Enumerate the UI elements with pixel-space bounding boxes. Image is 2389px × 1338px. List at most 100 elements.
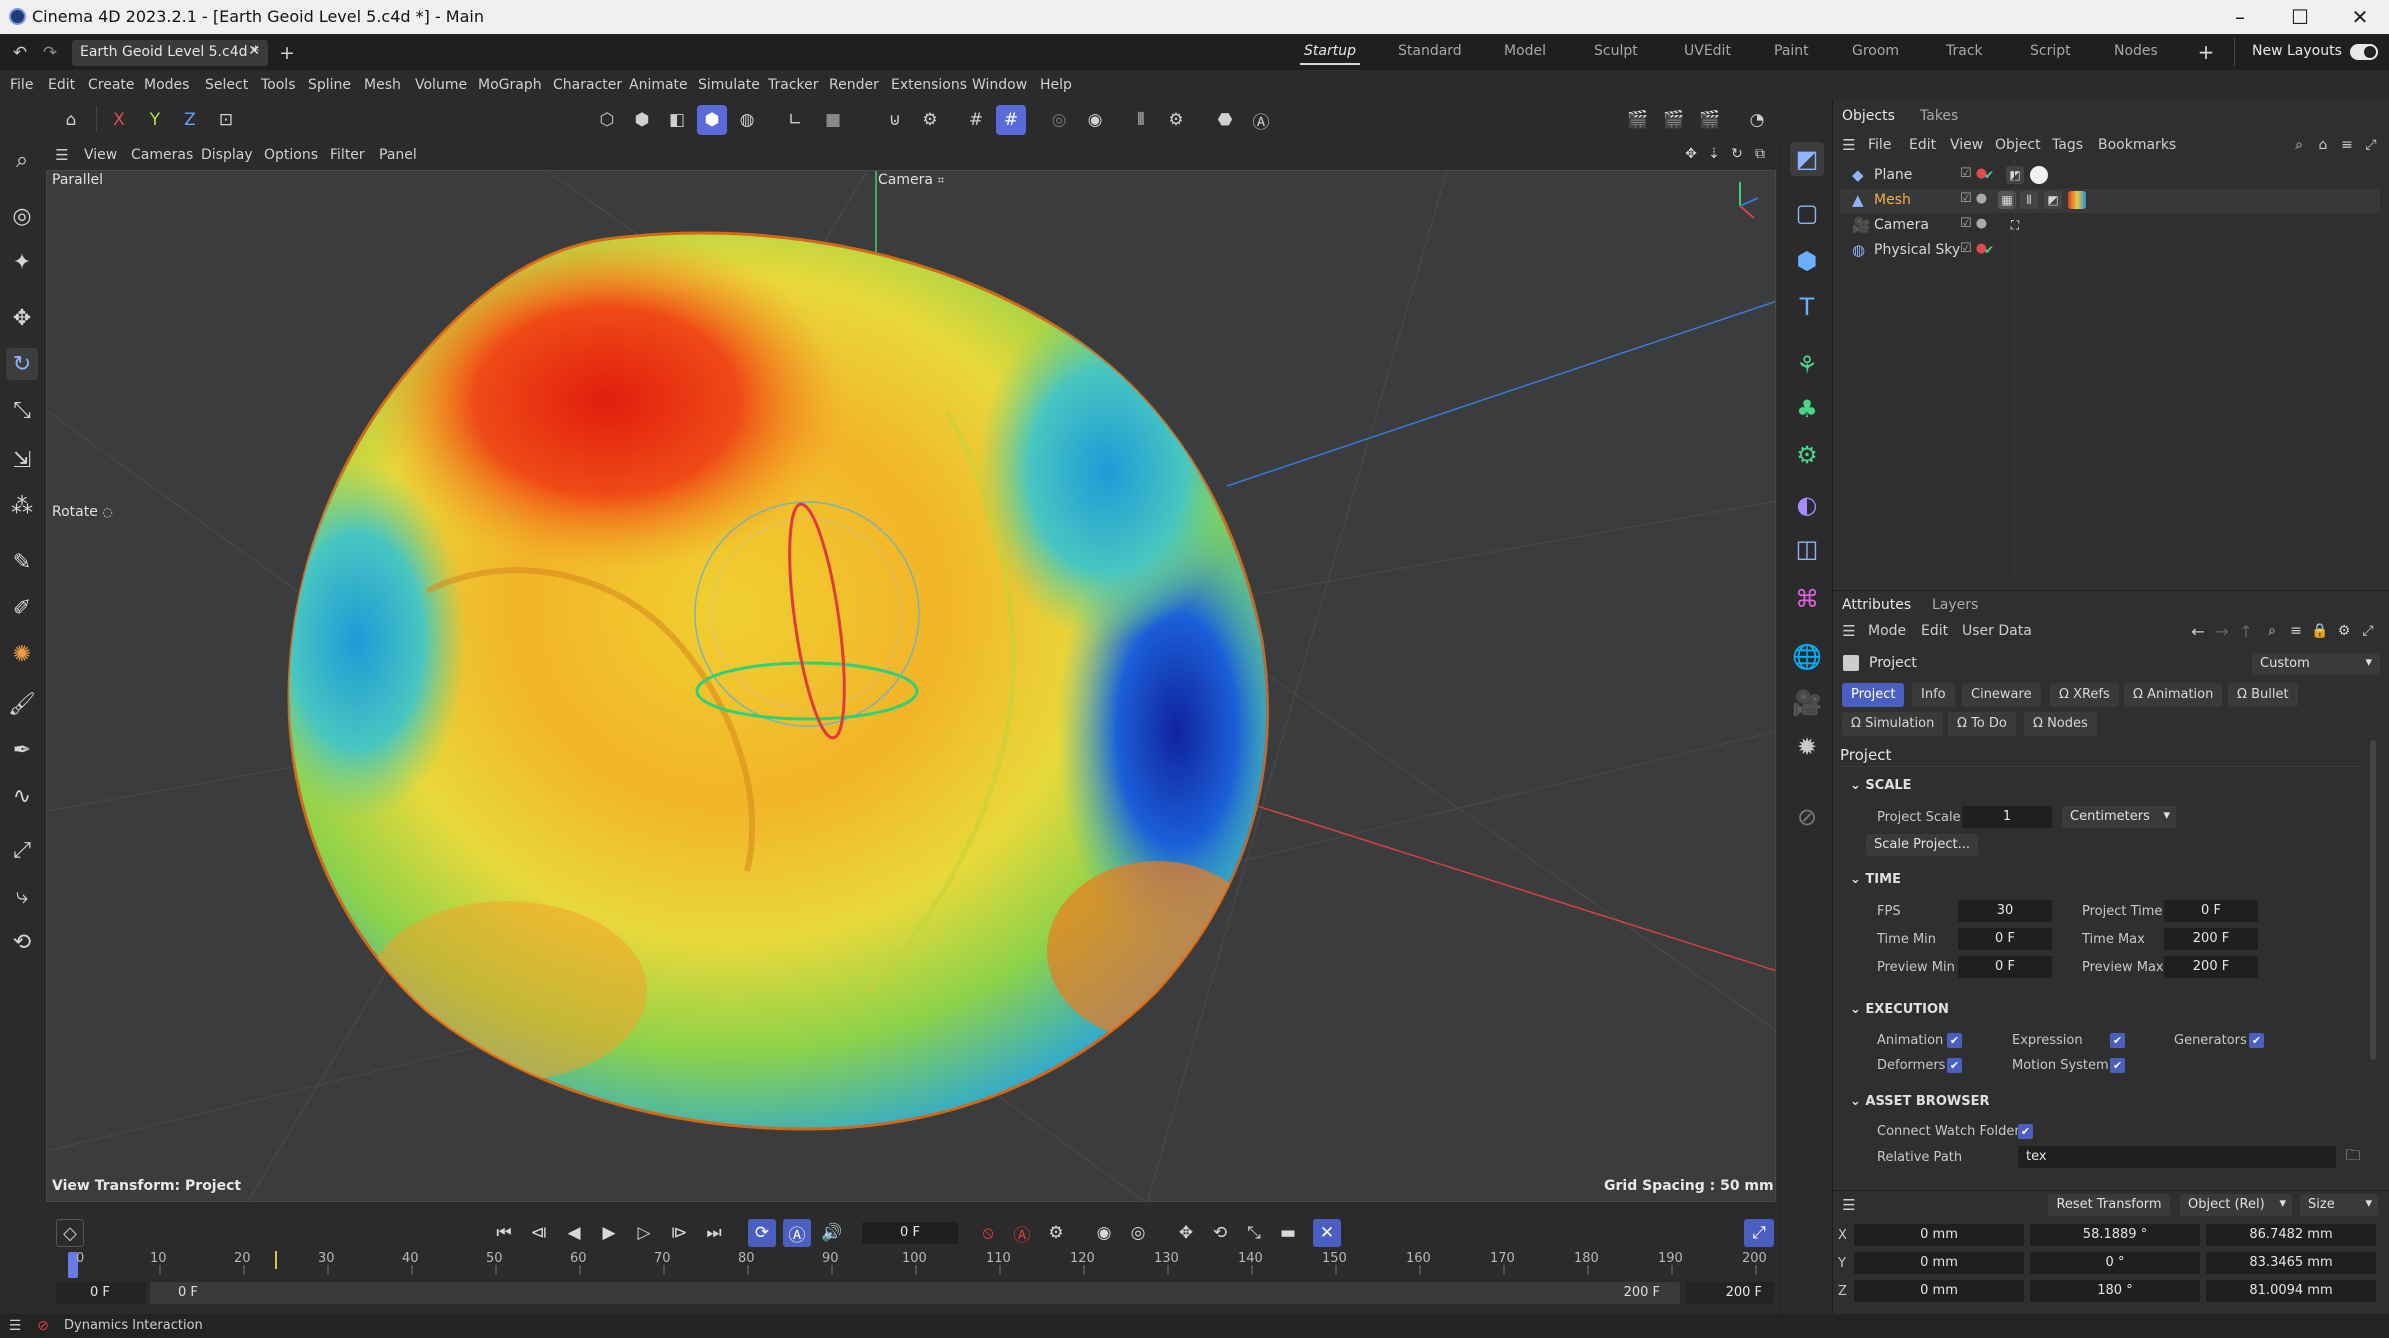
sound-icon[interactable]: 🔊: [818, 1219, 846, 1247]
select-tool-icon[interactable]: ◎: [6, 200, 38, 232]
filter-attributes-icon[interactable]: ≡: [2286, 621, 2306, 641]
key-position-icon[interactable]: ✥: [1172, 1219, 1200, 1247]
position-y-field[interactable]: 0 mm: [1854, 1252, 2024, 1274]
magnet-tool-icon[interactable]: ∿: [6, 780, 38, 812]
layout-standard[interactable]: Standard: [1398, 43, 1462, 59]
objects-menu-edit[interactable]: Edit: [1909, 137, 1936, 153]
attributes-menu-mode[interactable]: Mode: [1868, 623, 1906, 639]
folder-icon[interactable]: 🗀: [2342, 1146, 2364, 1168]
document-tab[interactable]: Earth Geoid Level 5.c4d * ✕: [72, 40, 268, 66]
layout-track[interactable]: Track: [1946, 43, 1983, 59]
enabled-check-icon[interactable]: ✔: [1980, 166, 1998, 184]
section-tab-xrefs[interactable]: Ω XRefs: [2050, 683, 2119, 707]
spline-object-icon[interactable]: ⌘: [1790, 582, 1824, 616]
workplane-icon[interactable]: #: [961, 105, 991, 135]
objects-menu-view[interactable]: View: [1950, 137, 1983, 153]
objects-menu-bookmarks[interactable]: Bookmarks: [2098, 137, 2176, 153]
time-max-field[interactable]: 200 F: [2164, 928, 2258, 950]
texture-mode-icon[interactable]: ◍: [732, 105, 762, 135]
filter-icon[interactable]: ≡: [2338, 136, 2356, 154]
rotation-x-field[interactable]: 58.1889 °: [2030, 1224, 2200, 1246]
workplane-align-icon[interactable]: ⤢: [6, 834, 38, 866]
size-mode-dropdown[interactable]: Size ▾: [2300, 1194, 2378, 1216]
object-row-mesh[interactable]: ▲ Mesh ☑ ● ▦ ⫴ ◩: [1840, 189, 2380, 213]
scale-tool-icon[interactable]: ⤡: [6, 394, 38, 426]
render-view-icon[interactable]: 🎬: [1623, 105, 1653, 135]
range-end-field[interactable]: 200 F: [1686, 1282, 1774, 1304]
cloner-icon[interactable]: ⚘: [1790, 348, 1824, 382]
enabled-check-icon[interactable]: ✔: [1980, 241, 1998, 259]
object-row-physical-sky[interactable]: ◍ Physical Sky ☑ ● ✔: [1840, 239, 2380, 263]
object-row-plane[interactable]: ◆ Plane ☑ ● ✔ ◩: [1840, 164, 2380, 188]
menu-simulate[interactable]: Simulate: [698, 77, 760, 93]
x-axis-toggle[interactable]: X: [104, 105, 134, 135]
points-mode-icon[interactable]: ⬡: [592, 105, 622, 135]
soft-selection-icon[interactable]: ◉: [1080, 105, 1110, 135]
loop-icon[interactable]: ⟳: [748, 1219, 776, 1247]
spline-pen-icon[interactable]: ✎: [6, 546, 38, 578]
model-mode-icon[interactable]: ⬢: [697, 105, 727, 135]
section-tab-todo[interactable]: Ω To Do: [1948, 712, 2016, 736]
objects-hamburger-icon[interactable]: ☰: [1840, 136, 1858, 154]
orbit-view-icon[interactable]: ↻: [1728, 145, 1746, 163]
field-icon[interactable]: ◫: [1790, 532, 1824, 566]
layout-startup[interactable]: Startup: [1300, 43, 1360, 65]
layout-groom[interactable]: Groom: [1852, 43, 1899, 59]
play-icon[interactable]: ▶: [595, 1219, 623, 1247]
layout-sculpt[interactable]: Sculpt: [1594, 43, 1638, 59]
viewport-menu-cameras[interactable]: Cameras: [131, 147, 193, 163]
layout-uvedit[interactable]: UVEdit: [1684, 43, 1731, 59]
section-tab-bullet[interactable]: Ω Bullet: [2228, 683, 2298, 707]
fcurve-toggle-icon[interactable]: ⤢: [1744, 1219, 1774, 1247]
menu-mograph[interactable]: MoGraph: [478, 77, 542, 93]
previous-key-icon[interactable]: ⧏: [525, 1219, 553, 1247]
material-icon[interactable]: ⊘: [1790, 800, 1824, 834]
next-frame-icon[interactable]: ▷: [630, 1219, 658, 1247]
size-y-field[interactable]: 83.3465 mm: [2206, 1252, 2376, 1274]
objects-menu-tags[interactable]: Tags: [2052, 137, 2083, 153]
tab-attributes[interactable]: Attributes: [1842, 597, 1911, 613]
viewport-menu-filter[interactable]: Filter: [330, 147, 365, 163]
geoid-material-tag-icon[interactable]: [2068, 191, 2086, 209]
execution-section-header[interactable]: ⌄ EXECUTION: [1850, 1002, 1949, 1017]
minimize-icon[interactable]: –: [2216, 3, 2264, 31]
project-time-field[interactable]: 0 F: [2164, 900, 2258, 922]
spline-sketch-icon[interactable]: ✐: [6, 592, 38, 624]
pan-view-icon[interactable]: ✥: [1682, 145, 1700, 163]
motion-record-icon[interactable]: ◉: [1090, 1219, 1118, 1247]
maximize-icon[interactable]: ☐: [2276, 3, 2324, 31]
uv-mode-icon[interactable]: ■: [818, 105, 848, 135]
time-min-field[interactable]: 0 F: [1958, 928, 2052, 950]
preview-max-field[interactable]: 200 F: [2164, 956, 2258, 978]
lock-icon[interactable]: 🔒: [2310, 621, 2330, 641]
menu-mesh[interactable]: Mesh: [364, 77, 401, 93]
menu-volume[interactable]: Volume: [415, 77, 467, 93]
viewport-menu-view[interactable]: View: [84, 147, 117, 163]
tab-takes[interactable]: Takes: [1920, 108, 1958, 124]
menu-render[interactable]: Render: [829, 77, 879, 93]
transfer-tool-icon[interactable]: ⇲: [6, 444, 38, 476]
live-selection-icon[interactable]: ⌂: [56, 105, 86, 135]
search-icon[interactable]: ⌕: [6, 144, 38, 176]
polygons-mode-icon[interactable]: ◧: [662, 105, 692, 135]
menu-character[interactable]: Character: [553, 77, 622, 93]
sculpt-brush-icon[interactable]: ✺: [6, 638, 38, 670]
floor-view-icon[interactable]: ◩: [1790, 142, 1824, 176]
menu-window[interactable]: Window: [972, 77, 1027, 93]
camera-object-icon[interactable]: 🎥: [1790, 686, 1824, 720]
menu-create[interactable]: Create: [88, 77, 135, 93]
environment-icon[interactable]: 🌐: [1790, 640, 1824, 674]
expand-panel-icon[interactable]: ⤢: [2362, 136, 2380, 154]
search-objects-icon[interactable]: ⌕: [2290, 136, 2308, 154]
key-rotation-icon[interactable]: ⟲: [1206, 1219, 1234, 1247]
workplane-rotate-icon[interactable]: ⟲: [6, 926, 38, 958]
onion-skin-icon[interactable]: ◎: [1124, 1219, 1152, 1247]
render-picture-viewer-icon[interactable]: 🎬: [1659, 105, 1689, 135]
reset-transform-button[interactable]: Reset Transform: [2048, 1194, 2170, 1216]
attributes-menu-user-data[interactable]: User Data: [1962, 623, 2032, 639]
preset-dropdown[interactable]: Custom ▾: [2252, 653, 2380, 675]
previous-frame-icon[interactable]: ◀: [560, 1219, 588, 1247]
tab-objects[interactable]: Objects: [1842, 108, 1895, 124]
new-panel-icon[interactable]: ⤢: [2358, 621, 2378, 641]
key-scale-icon[interactable]: ⤡: [1240, 1219, 1268, 1247]
